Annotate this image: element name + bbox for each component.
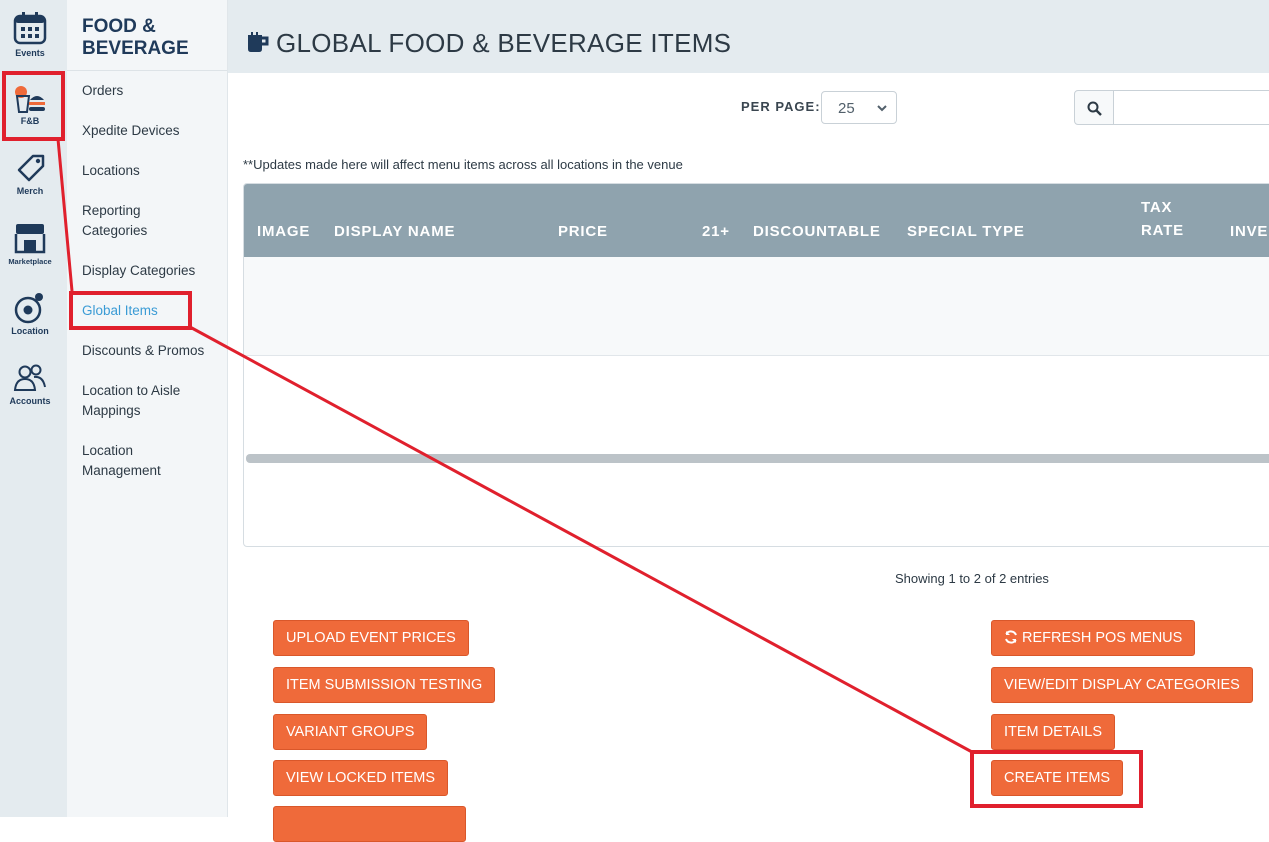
venue-update-note: **Updates made here will affect menu ite… [243,157,683,172]
col-display-name[interactable]: DISPLAY NAME [334,223,455,240]
nav-item-global-items[interactable]: Global Items [82,301,222,321]
rail-label-location: Location [11,326,49,336]
users-icon [0,362,60,394]
table-header: IMAGE DISPLAY NAME PRICE 21+ DISCOUNTABL… [244,184,1269,257]
nav-item-xpedite-devices[interactable]: Xpedite Devices [82,121,222,141]
variant-groups-button[interactable]: VARIANT GROUPS [273,714,428,750]
rail-label-fb: F&B [20,116,40,126]
nav-item-locations[interactable]: Locations [82,161,222,181]
rail-item-merch[interactable]: Merch [0,152,60,196]
rail-label-events: Events [15,48,45,58]
per-page-value: 25 [838,100,855,117]
col-special-type[interactable]: SPECIAL TYPE [907,223,1025,240]
item-details-button[interactable]: ITEM DETAILS [991,714,1116,750]
refresh-pos-menus-label: REFRESH POS MENUS [1022,630,1183,646]
col-discountable[interactable]: DISCOUNTABLE [753,223,881,240]
nav-item-display-categories[interactable]: Display Categories [82,261,222,281]
cup-icon [244,32,270,59]
nav-item-reporting-categories[interactable]: Reporting Categories [82,201,222,241]
location-target-icon [0,292,60,324]
chevron-down-icon [876,101,888,119]
create-items-button[interactable]: CREATE ITEMS [991,760,1124,796]
upload-event-prices-button[interactable]: UPLOAD EVENT PRICES [273,620,469,656]
page-title: GLOBAL FOOD & BEVERAGE ITEMS [276,28,732,58]
subnav-title-line2: BEVERAGE [82,38,189,59]
rail-item-location[interactable]: Location [0,292,60,336]
rail-item-fb[interactable]: F&B [0,84,60,126]
nav-item-location-management[interactable]: Location Management [82,441,222,481]
icon-rail: Events F&B Merch Marketplace Location Ac… [0,0,68,817]
rail-item-marketplace[interactable]: Marketplace [0,222,60,266]
subnav: FOOD & BEVERAGE Orders Xpedite Devices L… [67,0,228,817]
col-price[interactable]: PRICE [558,223,608,240]
food-beverage-icon [0,84,60,114]
partial-button[interactable] [273,806,466,842]
page-header: GLOBAL FOOD & BEVERAGE ITEMS [228,0,1269,73]
nav-item-location-aisle-mappings[interactable]: Location to Aisle Mappings [82,381,222,421]
col-inventory[interactable]: INVE [1230,223,1268,240]
search-input[interactable] [1113,90,1269,125]
tag-icon [0,152,60,184]
view-locked-items-button[interactable]: VIEW LOCKED ITEMS [273,760,449,796]
rail-label-accounts: Accounts [9,396,51,406]
nav-item-discounts-promos[interactable]: Discounts & Promos [82,341,222,361]
refresh-icon [1004,623,1018,657]
per-page-select[interactable]: 25 [821,91,897,124]
col-tax-rate[interactable]: TAX RATE [1141,196,1184,242]
col-21plus[interactable]: 21+ [702,223,730,240]
rail-item-accounts[interactable]: Accounts [0,362,60,406]
rail-item-events[interactable]: Events [0,12,60,58]
per-page-label: PER PAGE: [741,99,821,114]
view-edit-display-categories-button[interactable]: VIEW/EDIT DISPLAY CATEGORIES [991,667,1253,703]
table-row[interactable] [244,257,1269,356]
item-submission-testing-button[interactable]: ITEM SUBMISSION TESTING [273,667,496,703]
subnav-title-line1: FOOD & [82,16,156,37]
items-table: IMAGE DISPLAY NAME PRICE 21+ DISCOUNTABL… [243,183,1269,547]
calendar-icon [0,12,60,46]
subnav-title: FOOD & BEVERAGE [82,16,222,60]
nav-item-orders[interactable]: Orders [82,81,222,101]
search-button[interactable] [1074,90,1114,125]
rail-label-merch: Merch [16,186,44,196]
entries-info: Showing 1 to 2 of 2 entries [895,571,1049,586]
horizontal-scrollbar[interactable] [246,454,1269,463]
refresh-pos-menus-button[interactable]: REFRESH POS MENUS [991,620,1196,657]
rail-label-marketplace: Marketplace [8,257,52,266]
storefront-icon [0,222,60,254]
subnav-divider [67,70,227,71]
col-image[interactable]: IMAGE [257,223,310,240]
